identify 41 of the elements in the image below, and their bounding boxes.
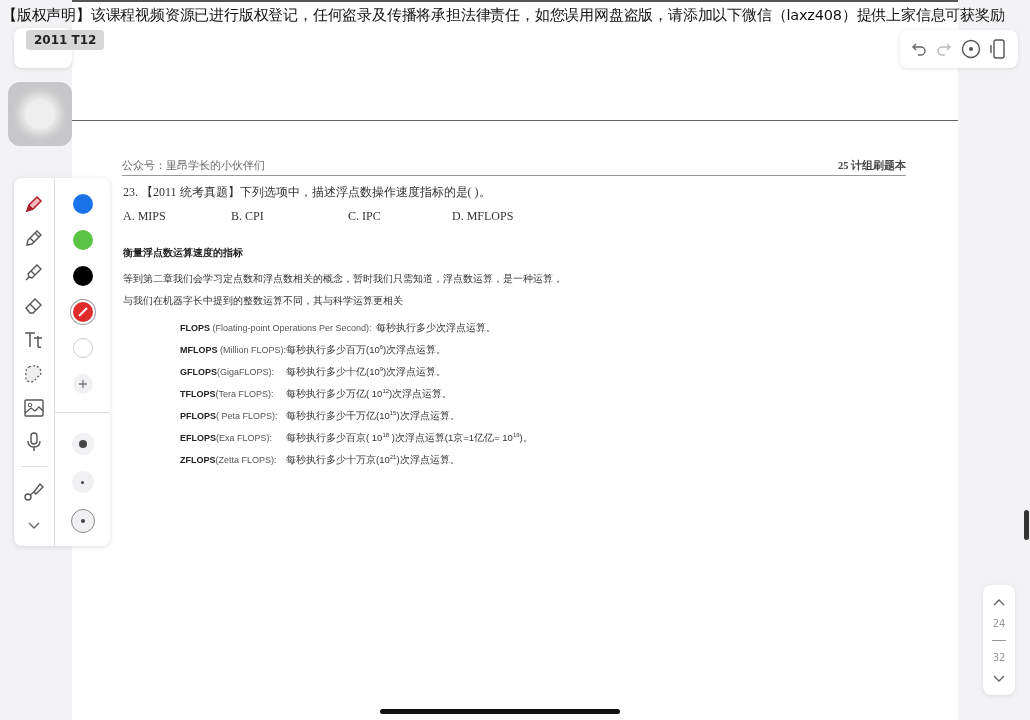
definition-text: 每秒执行多少千万亿(10$^{15}$)次浮点运算。 xyxy=(286,410,460,424)
answer-option: A. MIPS xyxy=(123,209,231,224)
paragraph: 等到第二章我们会学习定点数和浮点数相关的概念，暂时我们只需知道，浮点数运算，是一种运算，与我们在机器字长中提到的整数运算不同，其与科学运算更相关 xyxy=(123,272,563,308)
total-pages: 32 xyxy=(992,651,1006,663)
chevron-down-icon[interactable] xyxy=(992,673,1006,684)
term-label: MFLOPS (Million FLOPS): xyxy=(180,345,286,356)
term-label: TFLOPS(Tera FLOPS): xyxy=(180,389,275,400)
term-label: ZFLOPS(Zetta FLOPS): xyxy=(180,455,278,466)
scroll-indicator[interactable] xyxy=(1024,510,1029,540)
term-label: GFLOPS(GigaFLOPS): xyxy=(180,367,276,378)
question-text: 23. 【2011 统考真题】下列选项中，描述浮点数操作速度指标的是( )。 xyxy=(123,184,492,201)
target-icon[interactable] xyxy=(960,39,981,59)
add-icon[interactable] xyxy=(72,374,93,394)
definition-text: 每秒执行多少十亿(10$^{9}$)次浮点运算。 xyxy=(286,366,447,380)
answer-option: B. CPI xyxy=(231,209,348,224)
current-page: 24 xyxy=(992,617,1006,629)
term-label: FLOPS (Floating-point Operations Per Second): xyxy=(180,323,372,333)
image-icon[interactable] xyxy=(22,396,46,420)
answer-option: D. MFLOPS xyxy=(452,209,514,224)
definition-text: 每秒执行多少百京( 10$^{18}$ )次浮点运算(1京=1亿亿= 10$^{16}$)。 xyxy=(286,432,533,446)
phone-icon[interactable] xyxy=(989,39,1008,59)
definition-text: 每秒执行多少万亿( 10$^{12}$)次浮点运算。 xyxy=(286,388,453,402)
color-swatch[interactable] xyxy=(72,230,93,250)
definition-text: 每秒执行多少次浮点运算。 xyxy=(375,322,496,335)
undo-icon[interactable] xyxy=(910,41,927,57)
section-title: 衡量浮点数运算速度的指标 xyxy=(123,246,244,260)
copyright-notice: 【版权声明】该课程视频资源已进行版权登记，任何盗录及传播将承担法律责任，如您误用网盘盗版，请添加以下微信（laxz408）提供上家信息可获奖励 xyxy=(2,6,1005,25)
stroke-size-button[interactable] xyxy=(71,433,94,455)
color-swatch[interactable] xyxy=(72,266,93,286)
definition-text: 每秒执行多少百万(10$^{6}$)次浮点运算。 xyxy=(286,344,447,358)
chapter-badge[interactable]: 2011 T12 xyxy=(26,30,105,50)
page-header: 25 计组刷题本 xyxy=(837,159,906,173)
term-label: EFLOPS(Exa FLOPS): xyxy=(180,433,274,444)
answer-option: C. IPC xyxy=(348,209,452,224)
page-header: 公众号：里昂学长的小伙伴们 xyxy=(122,159,265,173)
color-swatch[interactable] xyxy=(72,302,93,322)
color-swatch[interactable] xyxy=(72,194,93,214)
color-swatch[interactable] xyxy=(72,338,93,358)
definition-text: 每秒执行多少十万京(10$^{21}$)次浮点运算。 xyxy=(286,454,460,468)
term-label: PFLOPS( Peta FLOPS): xyxy=(180,411,279,422)
chevron-down-icon[interactable] xyxy=(27,521,41,531)
